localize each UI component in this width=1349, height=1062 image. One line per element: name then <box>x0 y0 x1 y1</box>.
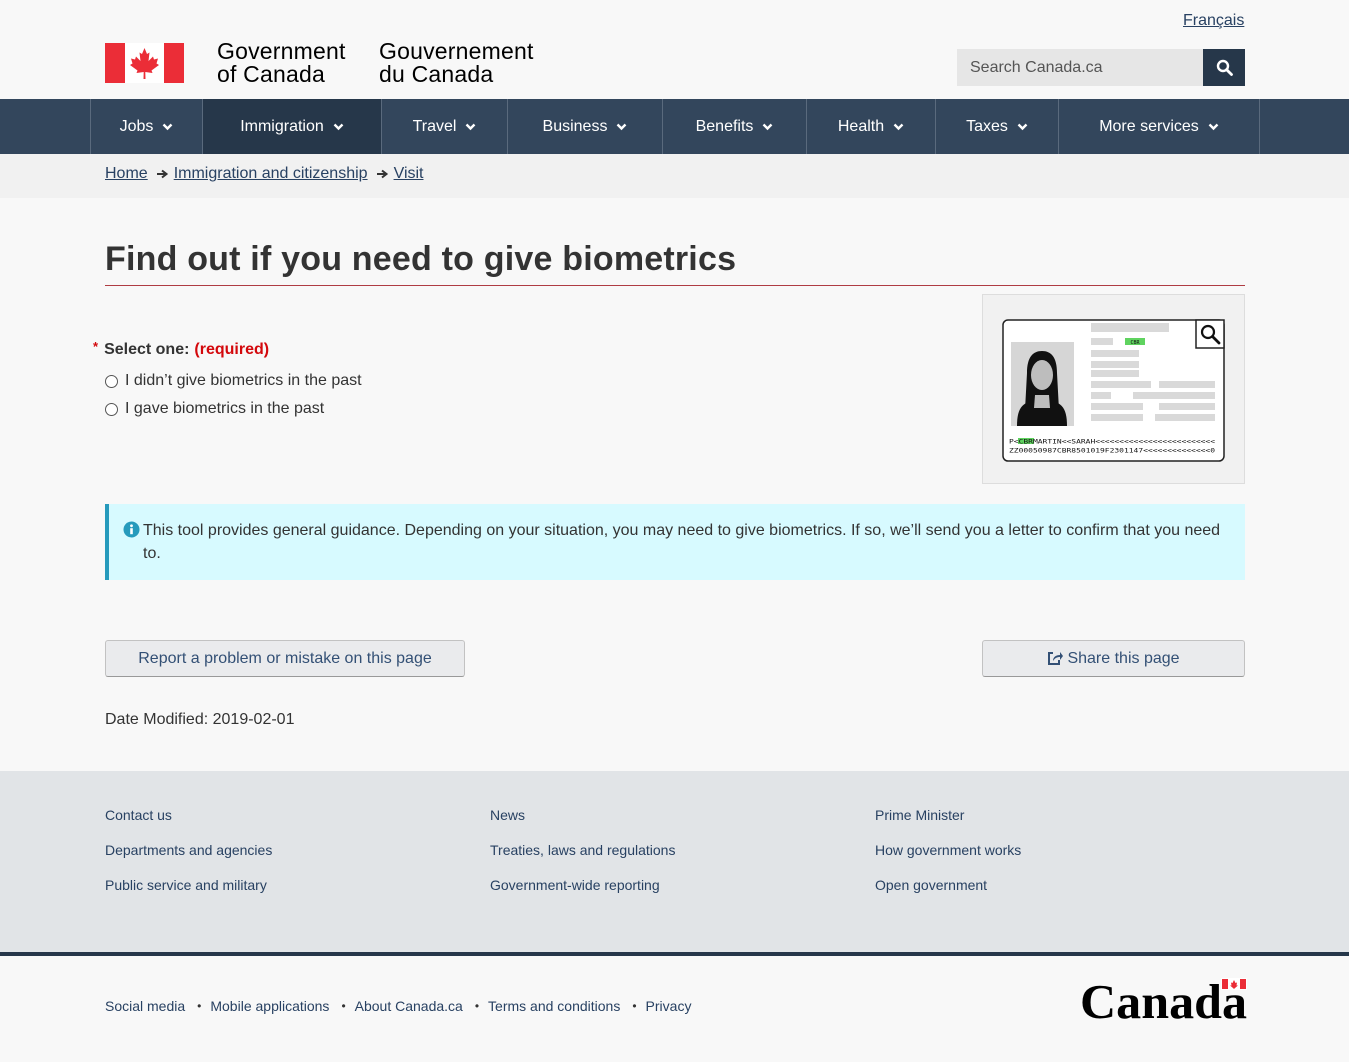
chevron-down-icon <box>466 123 476 130</box>
footer-bottom-links: Social media • Mobile applications • About… <box>105 998 691 1014</box>
search-icon <box>1216 59 1233 76</box>
menu-item-immigration[interactable]: Immigration <box>202 99 381 154</box>
footer-link-terms[interactable]: Terms and conditions <box>488 998 620 1014</box>
footer-link-departments[interactable]: Departments and agencies <box>105 842 272 858</box>
menu-item-label: Business <box>542 117 608 135</box>
date-modified: Date Modified: 2019-02-01 <box>105 711 294 729</box>
share-label: Share this page <box>1067 649 1180 667</box>
separator-dot: • <box>474 999 480 1013</box>
arrow-right-icon <box>376 169 388 179</box>
title-underline <box>105 285 1245 286</box>
menu-item-health[interactable]: Health <box>806 99 935 154</box>
biometrics-question-form: * Select one: (required) I didn’t give b… <box>93 339 593 423</box>
footer-link-about[interactable]: About Canada.ca <box>355 998 463 1014</box>
mrz-line-1: P<CBRMARTIN<<SARAH<<<<<<<<<<<<<<<<<<<<<<… <box>1009 439 1215 446</box>
signature-en-line2: of Canada <box>217 61 325 87</box>
menu-item-label: Immigration <box>240 117 324 135</box>
passport-illustration: CBR P<CBRMARTIN<<SARAH<<<<<<<<<<<<<<<<<<… <box>1002 319 1225 462</box>
search-button[interactable] <box>1203 49 1245 86</box>
required-label: (required) <box>194 341 270 358</box>
option-label: I didn’t give biometrics in the past <box>125 372 362 389</box>
language-toggle-link[interactable]: Français <box>1183 12 1244 30</box>
chevron-down-icon <box>1208 123 1219 130</box>
signature-fr-line1: Gouvernement <box>379 38 534 64</box>
footer-column-2: News Treaties, laws and regulations Gove… <box>490 807 675 912</box>
chevron-down-icon <box>763 123 773 130</box>
menu-item-label: Benefits <box>695 117 754 135</box>
chevron-down-icon <box>163 123 173 130</box>
page-title: Find out if you need to give biometrics <box>105 240 737 278</box>
breadcrumb-visit-link[interactable]: Visit <box>394 165 424 183</box>
footer-link-privacy[interactable]: Privacy <box>646 998 692 1014</box>
chevron-down-icon <box>1017 123 1028 130</box>
footer-link-public-service[interactable]: Public service and military <box>105 877 267 893</box>
footer-link-mobile-apps[interactable]: Mobile applications <box>210 998 329 1014</box>
menu-item-label: Health <box>837 117 885 135</box>
search-input[interactable] <box>957 49 1203 86</box>
footer-link-treaties[interactable]: Treaties, laws and regulations <box>490 842 675 858</box>
info-icon <box>123 521 140 538</box>
main-menu: Jobs Immigration Travel Business Benefit… <box>0 99 1349 154</box>
passport-figure: CBR P<CBRMARTIN<<SARAH<<<<<<<<<<<<<<<<<<… <box>982 294 1245 484</box>
breadcrumb-immigration-link[interactable]: Immigration and citizenship <box>174 165 368 183</box>
signature-french: Gouvernement du Canada <box>379 40 534 86</box>
alert-message: This tool provides general guidance. Dep… <box>143 522 1221 562</box>
menu-item-label: More services <box>1099 117 1199 135</box>
chevron-down-icon <box>333 123 344 130</box>
share-icon <box>1048 652 1064 665</box>
menu-item-travel[interactable]: Travel <box>381 99 507 154</box>
legend-label: Select one: <box>104 341 190 358</box>
signature-en-line1: Government <box>217 38 346 64</box>
chevron-down-icon <box>893 123 904 130</box>
footer-link-news[interactable]: News <box>490 807 525 823</box>
footer-column-1: Contact us Departments and agencies Publ… <box>105 807 272 912</box>
menu-item-jobs[interactable]: Jobs <box>90 99 202 154</box>
footer-column-3: Prime Minister How government works Open… <box>875 807 1021 912</box>
signature-english: Government of Canada <box>217 40 346 86</box>
required-marker: * <box>93 339 99 354</box>
mrz-line-2: ZZ00050987CBR8501019F2301147<<<<<<<<<<<<… <box>1009 448 1215 455</box>
option-gave-biometrics[interactable]: I gave biometrics in the past <box>105 395 593 423</box>
separator-dot: • <box>341 999 346 1013</box>
footer-link-how-government-works[interactable]: How government works <box>875 842 1021 858</box>
separator-dot: • <box>197 999 202 1013</box>
country-code-label: CBR <box>1130 340 1140 346</box>
arrow-right-icon <box>156 169 168 179</box>
signature-fr-line2: du Canada <box>379 61 494 87</box>
footer-link-reporting[interactable]: Government-wide reporting <box>490 877 660 893</box>
menu-item-label: Travel <box>412 117 457 135</box>
info-alert: This tool provides general guidance. Dep… <box>105 504 1245 580</box>
menu-item-business[interactable]: Business <box>507 99 662 154</box>
footer-link-social-media[interactable]: Social media <box>105 998 185 1014</box>
option-no-biometrics[interactable]: I didn’t give biometrics in the past <box>105 367 593 395</box>
footer-link-open-government[interactable]: Open government <box>875 877 987 893</box>
chevron-down-icon <box>617 123 627 130</box>
breadcrumb-home-link[interactable]: Home <box>105 165 148 183</box>
option-label: I gave biometrics in the past <box>125 400 325 417</box>
menu-item-label: Taxes <box>966 117 1008 135</box>
canada-wordmark: Canada <box>1080 978 1247 1022</box>
share-page-button[interactable]: Share this page <box>982 640 1245 677</box>
government-signature[interactable]: Government of Canada Gouvernement du Can… <box>105 40 545 86</box>
menu-item-benefits[interactable]: Benefits <box>662 99 806 154</box>
breadcrumb: Home Immigration and citizenship Visit <box>0 154 1349 198</box>
date-modified-value: 2019-02-01 <box>212 711 295 728</box>
footer-bottom: Social media • Mobile applications • About… <box>0 952 1349 1062</box>
form-legend: * Select one: (required) <box>93 339 593 359</box>
radio-button[interactable] <box>105 402 118 416</box>
menu-item-label: Jobs <box>119 117 154 135</box>
menu-item-more-services[interactable]: More services <box>1058 99 1260 154</box>
canada-flag-icon <box>105 43 184 83</box>
radio-button[interactable] <box>105 374 118 388</box>
footer-link-contact-us[interactable]: Contact us <box>105 807 172 823</box>
separator-dot: • <box>632 999 637 1013</box>
footer-link-prime-minister[interactable]: Prime Minister <box>875 807 964 823</box>
menu-item-taxes[interactable]: Taxes <box>935 99 1058 154</box>
site-search <box>957 49 1245 86</box>
date-modified-label: Date Modified: <box>105 711 209 728</box>
footer-links-section: Contact us Departments and agencies Publ… <box>0 771 1349 952</box>
report-problem-button[interactable]: Report a problem or mistake on this page <box>105 640 465 677</box>
